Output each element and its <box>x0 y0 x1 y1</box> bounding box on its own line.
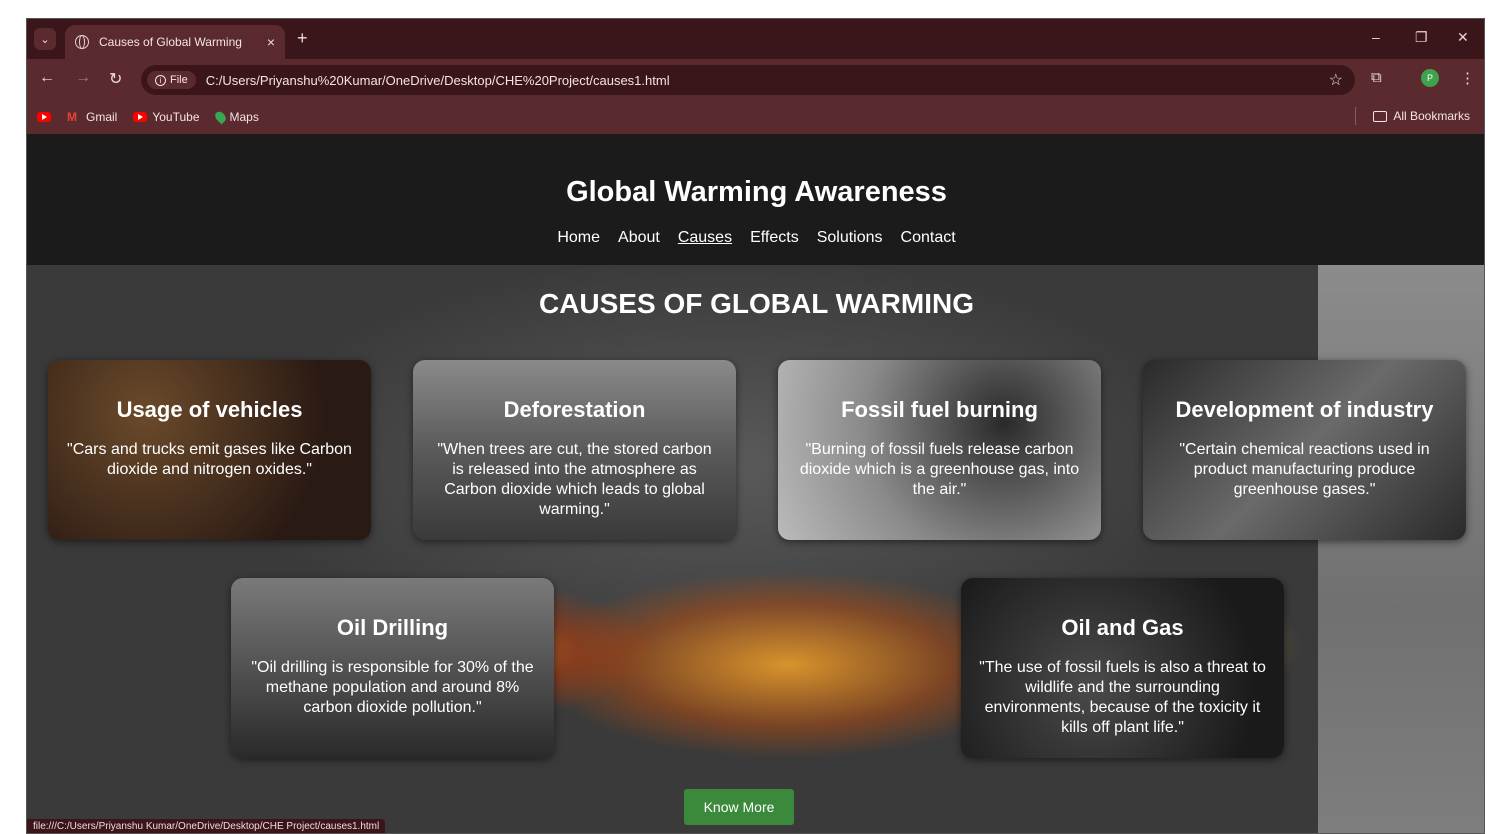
bookmark-youtube[interactable]: YouTube <box>133 109 200 124</box>
background-panel <box>1318 265 1484 833</box>
globe-icon <box>75 35 89 49</box>
card-text: "The use of fossil fuels is also a threa… <box>979 659 1266 736</box>
card-text: "Oil drilling is responsible for 30% of … <box>251 659 534 716</box>
folder-icon <box>1373 110 1388 122</box>
gmail-icon: M <box>67 109 77 124</box>
all-bookmarks-label: All Bookmarks <box>1393 109 1470 123</box>
extensions-icon[interactable]: ⧉ <box>1371 69 1382 86</box>
bookmarks-bar: M Gmail YouTube Maps All Bookmarks <box>27 99 1484 134</box>
nav-contact[interactable]: Contact <box>901 229 956 247</box>
nav-about[interactable]: About <box>618 229 660 247</box>
site-info-label: File <box>170 74 188 86</box>
cause-card-oil-gas[interactable]: Oil and Gas "The use of fossil fuels is … <box>961 578 1284 758</box>
site-nav: Home About Causes Effects Solutions Cont… <box>27 229 1484 247</box>
profile-avatar[interactable]: P <box>1421 69 1439 87</box>
reload-icon[interactable]: ↻ <box>109 69 122 89</box>
toolbar: ← → ↻ i File C:/Users/Priyanshu%20Kumar/… <box>27 59 1484 99</box>
card-text: "Cars and trucks emit gases like Carbon … <box>67 441 352 478</box>
forward-icon[interactable]: → <box>75 69 91 87</box>
youtube-icon <box>133 111 148 122</box>
back-icon[interactable]: ← <box>39 69 55 87</box>
nav-causes[interactable]: Causes <box>678 229 732 247</box>
all-bookmarks-button[interactable]: All Bookmarks <box>1373 109 1470 123</box>
card-title: Oil and Gas <box>1061 615 1184 640</box>
bookmark-youtube-shortcut[interactable] <box>37 111 51 122</box>
site-info-chip[interactable]: i File <box>147 71 196 89</box>
know-more-button[interactable]: Know More <box>684 789 794 825</box>
status-bar-url: file:///C:/Users/Priyanshu Kumar/OneDriv… <box>27 819 386 833</box>
bookmark-gmail-label: Gmail <box>86 109 118 124</box>
site-title: Global Warming Awareness <box>566 176 947 208</box>
info-icon: i <box>155 74 166 86</box>
cause-card-deforestation[interactable]: Deforestation "When trees are cut, the s… <box>413 360 736 540</box>
bookmark-maps[interactable]: Maps <box>212 109 259 124</box>
window-close-icon[interactable]: ✕ <box>1457 29 1469 46</box>
bookmark-youtube-label: YouTube <box>152 109 200 124</box>
nav-home[interactable]: Home <box>557 229 600 247</box>
card-text: "Certain chemical reactions used in prod… <box>1179 441 1430 498</box>
section-heading: CAUSES OF GLOBAL WARMING <box>538 288 975 319</box>
cause-card-industry[interactable]: Development of industry "Certain chemica… <box>1143 360 1466 540</box>
address-bar[interactable]: i File C:/Users/Priyanshu%20Kumar/OneDri… <box>141 65 1355 95</box>
nav-effects[interactable]: Effects <box>750 229 799 247</box>
cause-card-vehicles[interactable]: Usage of vehicles "Cars and trucks emit … <box>48 360 371 540</box>
tab-causes[interactable]: Causes of Global Warming × <box>65 25 285 59</box>
menu-icon[interactable]: ⋮ <box>1460 69 1475 87</box>
causes-section: CAUSES OF GLOBAL WARMING Usage of vehicl… <box>27 265 1484 833</box>
new-tab-icon[interactable]: + <box>297 28 308 49</box>
bookmarks-divider <box>1355 107 1356 125</box>
tab-strip: ⌄ Causes of Global Warming × + – ❐ ✕ <box>27 19 1484 59</box>
card-title: Fossil fuel burning <box>841 397 1038 422</box>
url-text[interactable]: C:/Users/Priyanshu%20Kumar/OneDrive/Desk… <box>206 73 670 88</box>
browser-window: ⌄ Causes of Global Warming × + – ❐ ✕ ← →… <box>26 18 1485 834</box>
web-page: Global Warming Awareness Home About Caus… <box>27 134 1484 833</box>
bookmark-gmail[interactable]: M Gmail <box>67 110 117 124</box>
card-text: "When trees are cut, the stored carbon i… <box>437 441 712 518</box>
card-title: Deforestation <box>503 397 646 422</box>
bookmark-maps-label: Maps <box>229 109 259 124</box>
cause-card-fossil-fuel[interactable]: Fossil fuel burning "Burning of fossil f… <box>778 360 1101 540</box>
minimize-icon[interactable]: – <box>1372 29 1380 45</box>
card-title: Usage of vehicles <box>116 397 303 422</box>
card-text: "Burning of fossil fuels release carbon … <box>799 441 1080 498</box>
card-title: Oil Drilling <box>336 615 449 640</box>
nav-solutions[interactable]: Solutions <box>817 229 883 247</box>
restore-icon[interactable]: ❐ <box>1415 29 1428 46</box>
card-title: Development of industry <box>1175 397 1434 422</box>
close-icon[interactable]: × <box>267 34 275 50</box>
site-header: Global Warming Awareness Home About Caus… <box>27 134 1484 265</box>
tab-title: Causes of Global Warming <box>99 35 242 49</box>
cause-card-oil-drilling[interactable]: Oil Drilling "Oil drilling is responsibl… <box>231 578 554 758</box>
bookmark-star-icon[interactable]: ☆ <box>1329 70 1343 90</box>
maps-icon <box>212 109 228 124</box>
youtube-icon <box>37 111 51 122</box>
tab-search-icon[interactable]: ⌄ <box>34 28 56 50</box>
